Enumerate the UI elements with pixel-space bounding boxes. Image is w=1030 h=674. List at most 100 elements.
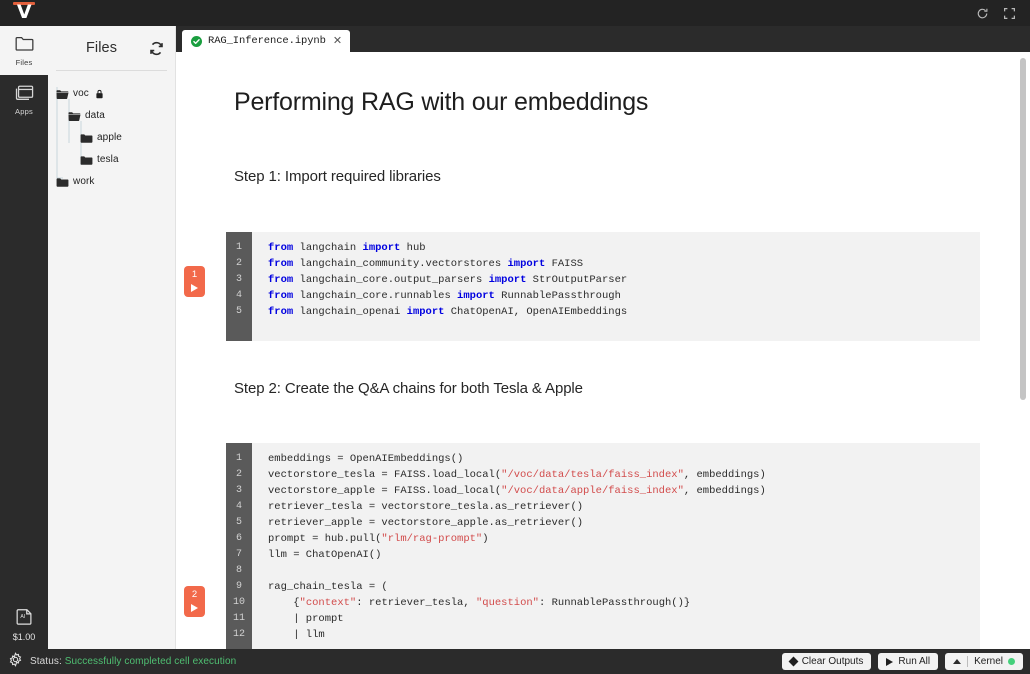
clear-outputs-button[interactable]: Clear Outputs: [781, 653, 872, 670]
logo-letter: V: [16, 0, 32, 23]
cell-exec-count-2: 2: [191, 589, 198, 600]
activity-rail: Files Apps AI $1.00: [0, 26, 48, 649]
line-number: 2: [235, 258, 242, 269]
folder-closed-icon: [56, 177, 69, 188]
scrollbar-thumb[interactable]: [1020, 58, 1026, 400]
check-circle-icon: [191, 35, 202, 47]
code-line: | prompt: [268, 613, 344, 625]
tree-item-work[interactable]: work: [56, 171, 171, 193]
tree-label-apple: apple: [97, 132, 122, 143]
code-editor-2[interactable]: embeddings = OpenAIEmbeddings() vectorst…: [252, 443, 980, 649]
run-cell-button-1[interactable]: 1: [184, 266, 205, 297]
caret-up-icon: [953, 659, 962, 664]
code-editor-1[interactable]: from langchain import hub from langchain…: [252, 232, 980, 341]
run-cell-button-2[interactable]: 2: [184, 586, 205, 617]
section-heading-2: Step 2: Create the Q&A chains for both T…: [234, 380, 583, 397]
folder-icon: [14, 35, 35, 57]
line-number: 3: [235, 274, 242, 285]
kernel-button[interactable]: Kernel: [945, 653, 1023, 670]
rail-item-files[interactable]: Files: [0, 26, 48, 75]
line-number-gutter-1: 1 2 3 4 5: [226, 232, 252, 341]
line-number: 11: [232, 613, 245, 624]
line-number: 5: [235, 517, 242, 528]
tree-label-tesla: tesla: [97, 154, 119, 165]
main-body: Files Apps AI $1.00 Files voc data apple…: [0, 26, 1030, 649]
apps-window-icon: [14, 84, 35, 106]
section-heading-1: Step 1: Import required libraries: [234, 168, 441, 185]
code-line: embeddings = OpenAIEmbeddings(): [268, 453, 464, 465]
folder-open-icon: [56, 89, 69, 100]
cell-exec-count-1: 1: [191, 269, 198, 280]
refresh-icon[interactable]: [976, 7, 989, 20]
line-number: 10: [232, 597, 245, 608]
play-icon: [191, 283, 198, 292]
status-label-text: Status:: [30, 656, 62, 667]
status-value: Successfully completed cell execution: [64, 656, 237, 667]
tree-label-work: work: [73, 176, 95, 187]
files-panel-header: Files: [48, 26, 175, 70]
line-number: 5: [235, 306, 242, 317]
tab-rag-inference[interactable]: RAG_Inference.ipynb ✕: [182, 30, 351, 52]
rail-label-apps: Apps: [15, 106, 33, 116]
line-number: 8: [235, 565, 242, 576]
code-block-1[interactable]: 1 2 3 4 5 from langchain import hub from…: [226, 232, 980, 341]
code-line: [268, 563, 980, 579]
code-cell-1: 1 1 2 3 4 5 from langchain import hub fr…: [184, 232, 980, 341]
line-number: 6: [235, 533, 242, 544]
tree-item-data[interactable]: data: [56, 105, 171, 127]
rail-cost-label: $1.00: [12, 632, 36, 642]
line-number: 7: [235, 549, 242, 560]
expand-fullscreen-icon[interactable]: [1003, 7, 1016, 20]
app-window: V Files Apps AI $1.00 Files voc data app…: [0, 0, 1030, 674]
line-number: 1: [235, 242, 242, 253]
code-line: from langchain import hub: [268, 242, 426, 254]
folder-open-icon: [68, 111, 81, 122]
status-bar: Status: Successfully completed cell exec…: [0, 649, 1030, 674]
notebook-canvas: Performing RAG with our embeddings Step …: [176, 52, 1030, 649]
code-line: {"context": retriever_tesla, "question":…: [268, 597, 691, 609]
code-line: vectorstore_tesla = FAISS.load_local("/v…: [268, 469, 766, 481]
line-number: 4: [235, 290, 242, 301]
clear-outputs-label: Clear Outputs: [801, 656, 864, 667]
folder-closed-icon: [80, 133, 93, 144]
code-line: from langchain_openai import ChatOpenAI,…: [268, 306, 628, 318]
code-line: from langchain_community.vectorstores im…: [268, 258, 584, 270]
line-number: 4: [235, 501, 242, 512]
tree-label-voc: voc: [73, 88, 89, 99]
app-logo: V: [0, 0, 48, 26]
code-cell-2: 2 1 2 3 4 5 6 7 8 9 10 11 12 embeddings …: [184, 443, 980, 649]
line-number: 12: [232, 629, 245, 640]
rail-cost-widget[interactable]: AI $1.00: [0, 607, 48, 649]
tree-item-apple[interactable]: apple: [56, 127, 171, 149]
eraser-icon: [788, 656, 799, 667]
line-number: 2: [235, 469, 242, 480]
run-all-button[interactable]: Run All: [878, 653, 939, 670]
folder-closed-icon: [80, 155, 93, 166]
line-number-gutter-2: 1 2 3 4 5 6 7 8 9 10 11 12: [226, 443, 252, 649]
notebook-content: Performing RAG with our embeddings Step …: [176, 52, 1030, 649]
tab-label: RAG_Inference.ipynb: [208, 35, 326, 47]
kernel-separator: [967, 656, 969, 667]
notebook-column: RAG_Inference.ipynb ✕ Performing RAG wit…: [176, 26, 1030, 649]
svg-text:AI: AI: [20, 614, 25, 620]
tree-item-voc[interactable]: voc: [56, 83, 171, 105]
close-icon[interactable]: ✕: [332, 35, 342, 47]
tree-label-data: data: [85, 110, 105, 121]
ai-document-icon: AI: [15, 607, 34, 631]
status-bar-actions: Clear Outputs Run All Kernel: [781, 653, 1023, 670]
code-block-2[interactable]: 1 2 3 4 5 6 7 8 9 10 11 12 embeddings = …: [226, 443, 980, 649]
gear-icon[interactable]: [8, 651, 23, 672]
files-refresh-icon[interactable]: [147, 39, 165, 57]
code-line: from langchain_core.runnables import Run…: [268, 290, 621, 302]
file-tree: voc data apple tesla work: [48, 83, 175, 193]
tab-strip: RAG_Inference.ipynb ✕: [176, 26, 1030, 52]
line-number: 9: [235, 581, 242, 592]
code-line: retriever_tesla = vectorstore_tesla.as_r…: [268, 501, 584, 513]
code-line: vectorstore_apple = FAISS.load_local("/v…: [268, 485, 766, 497]
tree-item-tesla[interactable]: tesla: [56, 149, 171, 171]
run-all-label: Run All: [898, 656, 931, 667]
code-line: | llm: [268, 629, 325, 641]
notebook-scrollbar[interactable]: [1017, 52, 1028, 649]
line-number: 1: [235, 453, 242, 464]
rail-item-apps[interactable]: Apps: [0, 75, 48, 124]
